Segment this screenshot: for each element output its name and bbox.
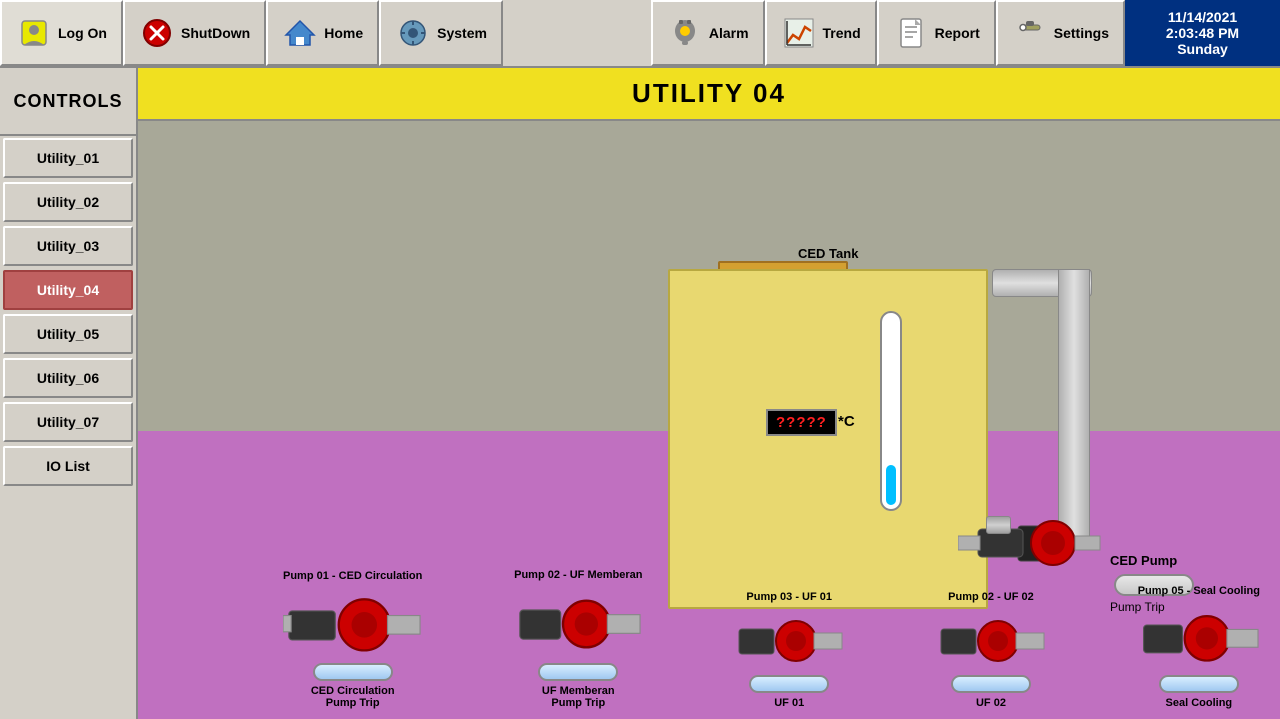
pump02-sublabel: UF Memberan Pump Trip: [542, 685, 615, 709]
pump01-title: Pump 01 - CED Circulation: [283, 570, 422, 582]
trend-icon: [781, 15, 817, 51]
pump-station-05: Pump 05 - Seal Cooling Seal Cooling: [1138, 585, 1260, 709]
system-button[interactable]: System: [379, 0, 503, 66]
ced-pump-label: CED Pump: [1110, 553, 1177, 568]
sidebar-item-utility06[interactable]: Utility_06: [3, 358, 133, 398]
pump-inlet-pipe: [986, 516, 1011, 534]
ced-pump-main: [958, 496, 1108, 581]
time-value: 2:03:48 PM: [1166, 25, 1239, 41]
pump03-svg: [734, 611, 844, 669]
page-title: UTILITY 04: [138, 68, 1280, 121]
alarm-button[interactable]: Alarm: [651, 0, 765, 66]
logon-label: Log On: [58, 25, 107, 41]
pump04-trip-indicator[interactable]: [951, 675, 1031, 693]
pump04-title: Pump 02 - UF 02: [948, 591, 1034, 603]
pump04-sublabel: UF 02: [976, 697, 1006, 709]
report-icon: [893, 15, 929, 51]
pump04-svg: [936, 611, 1046, 669]
home-label: Home: [324, 25, 363, 41]
pump05-trip-indicator[interactable]: [1159, 675, 1239, 693]
toolbar-right: Alarm Trend: [651, 0, 1280, 66]
trend-button[interactable]: Trend: [765, 0, 877, 66]
sidebar-item-utility02[interactable]: Utility_02: [3, 182, 133, 222]
shutdown-label: ShutDown: [181, 25, 250, 41]
pump05-svg: [1138, 605, 1260, 669]
home-icon: [282, 15, 318, 51]
pump-station-04: Pump 02 - UF 02 UF 02: [936, 591, 1046, 709]
pump03-sublabel: UF 01: [774, 697, 804, 709]
shutdown-button[interactable]: ShutDown: [123, 0, 266, 66]
sidebar-item-utility04[interactable]: Utility_04: [3, 270, 133, 310]
sidebar-header: CONTROLS: [0, 68, 136, 136]
alarm-label: Alarm: [709, 25, 749, 41]
pump01-sublabel: CED Circulation Pump Trip: [311, 685, 395, 709]
sidebar-item-utility05[interactable]: Utility_05: [3, 314, 133, 354]
pump01-svg: [283, 590, 422, 657]
pump02-trip-indicator[interactable]: [538, 663, 618, 681]
sidebar-item-utility07[interactable]: Utility_07: [3, 402, 133, 442]
main-layout: CONTROLS Utility_01 Utility_02 Utility_0…: [0, 68, 1280, 719]
pump-station-02: Pump 02 - UF Memberan UF Memberan Pump T…: [514, 569, 642, 709]
temp-unit: *C: [838, 413, 855, 430]
pump02-svg: [514, 589, 642, 657]
system-label: System: [437, 25, 487, 41]
temperature-display: ?????: [766, 409, 837, 436]
sidebar-item-iolist[interactable]: IO List: [3, 446, 133, 486]
report-label: Report: [935, 25, 980, 41]
pump03-title: Pump 03 - UF 01: [746, 591, 832, 603]
pump05-title: Pump 05 - Seal Cooling: [1138, 585, 1260, 597]
settings-label: Settings: [1054, 25, 1109, 41]
scene-area: CED Tank ????? *C: [138, 121, 1280, 719]
ced-pump-svg: [958, 496, 1108, 576]
sidebar-item-utility03[interactable]: Utility_03: [3, 226, 133, 266]
pump03-trip-indicator[interactable]: [749, 675, 829, 693]
report-button[interactable]: Report: [877, 0, 996, 66]
tank-body: [668, 269, 988, 609]
sidebar: CONTROLS Utility_01 Utility_02 Utility_0…: [0, 68, 138, 719]
pump01-trip-indicator[interactable]: [313, 663, 393, 681]
thermometer-tube: [880, 311, 902, 511]
toolbar: Log On ShutDown Home: [0, 0, 1280, 68]
date-value: 11/14/2021: [1168, 9, 1237, 25]
ced-tank-label: CED Tank: [798, 246, 858, 261]
home-button[interactable]: Home: [266, 0, 379, 66]
settings-button[interactable]: Settings: [996, 0, 1125, 66]
pump02-title: Pump 02 - UF Memberan: [514, 569, 642, 581]
system-icon: [395, 15, 431, 51]
temp-value: ?????: [776, 414, 827, 431]
settings-icon: [1012, 15, 1048, 51]
sidebar-item-utility01[interactable]: Utility_01: [3, 138, 133, 178]
pump05-sublabel: Seal Cooling: [1166, 697, 1233, 709]
pump-station-01: Pump 01 - CED Circulation CED Circulatio…: [283, 570, 422, 709]
logon-button[interactable]: Log On: [0, 0, 123, 66]
pump-station-03: Pump 03 - UF 01 UF 01: [734, 591, 844, 709]
alarm-icon: [667, 15, 703, 51]
content-area: UTILITY 04 CED Tank ????? *C: [138, 68, 1280, 719]
logon-icon: [16, 15, 52, 51]
trend-label: Trend: [823, 25, 861, 41]
bottom-pumps-row: Pump 01 - CED Circulation CED Circulatio…: [283, 569, 1260, 709]
shutdown-icon: [139, 15, 175, 51]
thermometer-fill: [886, 465, 896, 505]
day-value: Sunday: [1177, 41, 1228, 57]
datetime-display: 11/14/2021 2:03:48 PM Sunday: [1125, 0, 1280, 66]
